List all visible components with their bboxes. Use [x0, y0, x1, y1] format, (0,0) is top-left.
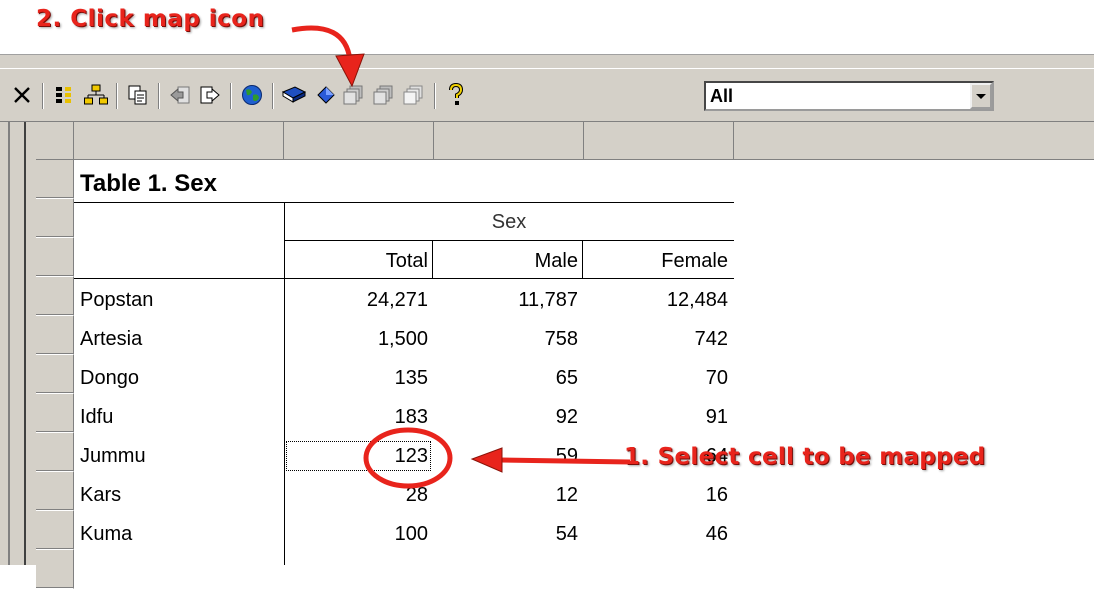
row-label[interactable]: Artesia: [80, 328, 142, 351]
filter-dropdown[interactable]: All: [704, 81, 994, 111]
cell-male[interactable]: 65: [434, 367, 578, 390]
row-label[interactable]: Kars: [80, 484, 121, 507]
table-top-border: [74, 202, 734, 203]
cell-female[interactable]: 46: [584, 523, 728, 546]
toolbar-separator: [42, 83, 44, 109]
toolbar-separator: [158, 83, 160, 109]
cell-male[interactable]: 54: [434, 523, 578, 546]
group-header-underline: [284, 240, 734, 241]
column-header[interactable]: [284, 122, 434, 160]
toolbar-separator: [434, 83, 436, 109]
cell-total[interactable]: 183: [284, 406, 428, 429]
chevron-down-icon[interactable]: [970, 83, 992, 109]
cell-total[interactable]: 1,500: [284, 328, 428, 351]
group-header-sex: Sex: [491, 211, 527, 233]
copy-icon[interactable]: [124, 81, 152, 109]
toolbar-separator: [230, 83, 232, 109]
row-label[interactable]: Kuma: [80, 523, 132, 546]
cell-total[interactable]: 100: [284, 523, 428, 546]
cell-female[interactable]: 12,484: [584, 289, 728, 312]
cell-female[interactable]: 742: [584, 328, 728, 351]
pivot-rows-icon[interactable]: [50, 81, 78, 109]
map-globe-icon[interactable]: [238, 81, 266, 109]
column-header-female: Female: [661, 250, 728, 272]
left-frame: [0, 122, 36, 565]
column-header[interactable]: [584, 122, 734, 160]
hierarchy-icon[interactable]: [82, 81, 110, 109]
column-header-total: Total: [385, 250, 428, 272]
row-label[interactable]: Idfu: [80, 406, 113, 429]
row-header[interactable]: [36, 160, 74, 199]
row-header[interactable]: [36, 550, 74, 589]
annotation-click-map-icon: 2. Click map icon: [36, 6, 265, 32]
forward-icon[interactable]: [196, 81, 224, 109]
row-header[interactable]: [36, 277, 74, 316]
stack-icon-2[interactable]: [370, 81, 398, 109]
column-header: [734, 122, 1094, 160]
toolbar: All: [0, 68, 1094, 122]
spreadsheet-grid: Table 1. Sex Sex Total Male Female Popst…: [0, 122, 1094, 589]
corner-header[interactable]: [36, 122, 74, 160]
book-icon[interactable]: [280, 81, 308, 109]
row-header[interactable]: [36, 316, 74, 355]
annotation-select-cell: 1. Select cell to be mapped: [624, 444, 986, 470]
filter-dropdown-value: All: [710, 86, 734, 106]
diamond-icon[interactable]: [312, 81, 340, 109]
toolbar-separator: [116, 83, 118, 109]
column-divider: [582, 240, 583, 278]
cell-total[interactable]: 24,271: [284, 289, 428, 312]
column-divider: [432, 240, 433, 278]
cell-total[interactable]: 28: [284, 484, 428, 507]
window-top-strip: [0, 54, 1094, 69]
cell-total-selected[interactable]: 123: [284, 445, 428, 468]
row-header[interactable]: [36, 394, 74, 433]
column-header[interactable]: [74, 122, 284, 160]
stack-icon-3[interactable]: [400, 81, 428, 109]
cell-female[interactable]: 91: [584, 406, 728, 429]
row-header[interactable]: [36, 472, 74, 511]
cell-male[interactable]: 758: [434, 328, 578, 351]
column-header[interactable]: [434, 122, 584, 160]
cell-male[interactable]: 12: [434, 484, 578, 507]
column-header-male: Male: [534, 250, 578, 272]
row-header[interactable]: [36, 433, 74, 472]
back-icon[interactable]: [166, 81, 194, 109]
row-header[interactable]: [36, 355, 74, 394]
toolbar-separator: [272, 83, 274, 109]
help-icon[interactable]: [442, 81, 470, 109]
row-label[interactable]: Popstan: [80, 289, 153, 312]
cell-female[interactable]: 16: [584, 484, 728, 507]
row-header[interactable]: [36, 199, 74, 238]
row-label[interactable]: Dongo: [80, 367, 139, 390]
cell-total[interactable]: 135: [284, 367, 428, 390]
cell-male[interactable]: 11,787: [434, 289, 578, 312]
column-header-underline: [74, 278, 734, 279]
row-header[interactable]: [36, 238, 74, 277]
table-title: Table 1. Sex: [80, 170, 217, 197]
row-header[interactable]: [36, 511, 74, 550]
row-label[interactable]: Jummu: [80, 445, 146, 468]
cell-male[interactable]: 59: [434, 445, 578, 468]
close-icon[interactable]: [8, 81, 36, 109]
cell-female[interactable]: 70: [584, 367, 728, 390]
stack-icon-1[interactable]: [340, 81, 368, 109]
cell-male[interactable]: 92: [434, 406, 578, 429]
